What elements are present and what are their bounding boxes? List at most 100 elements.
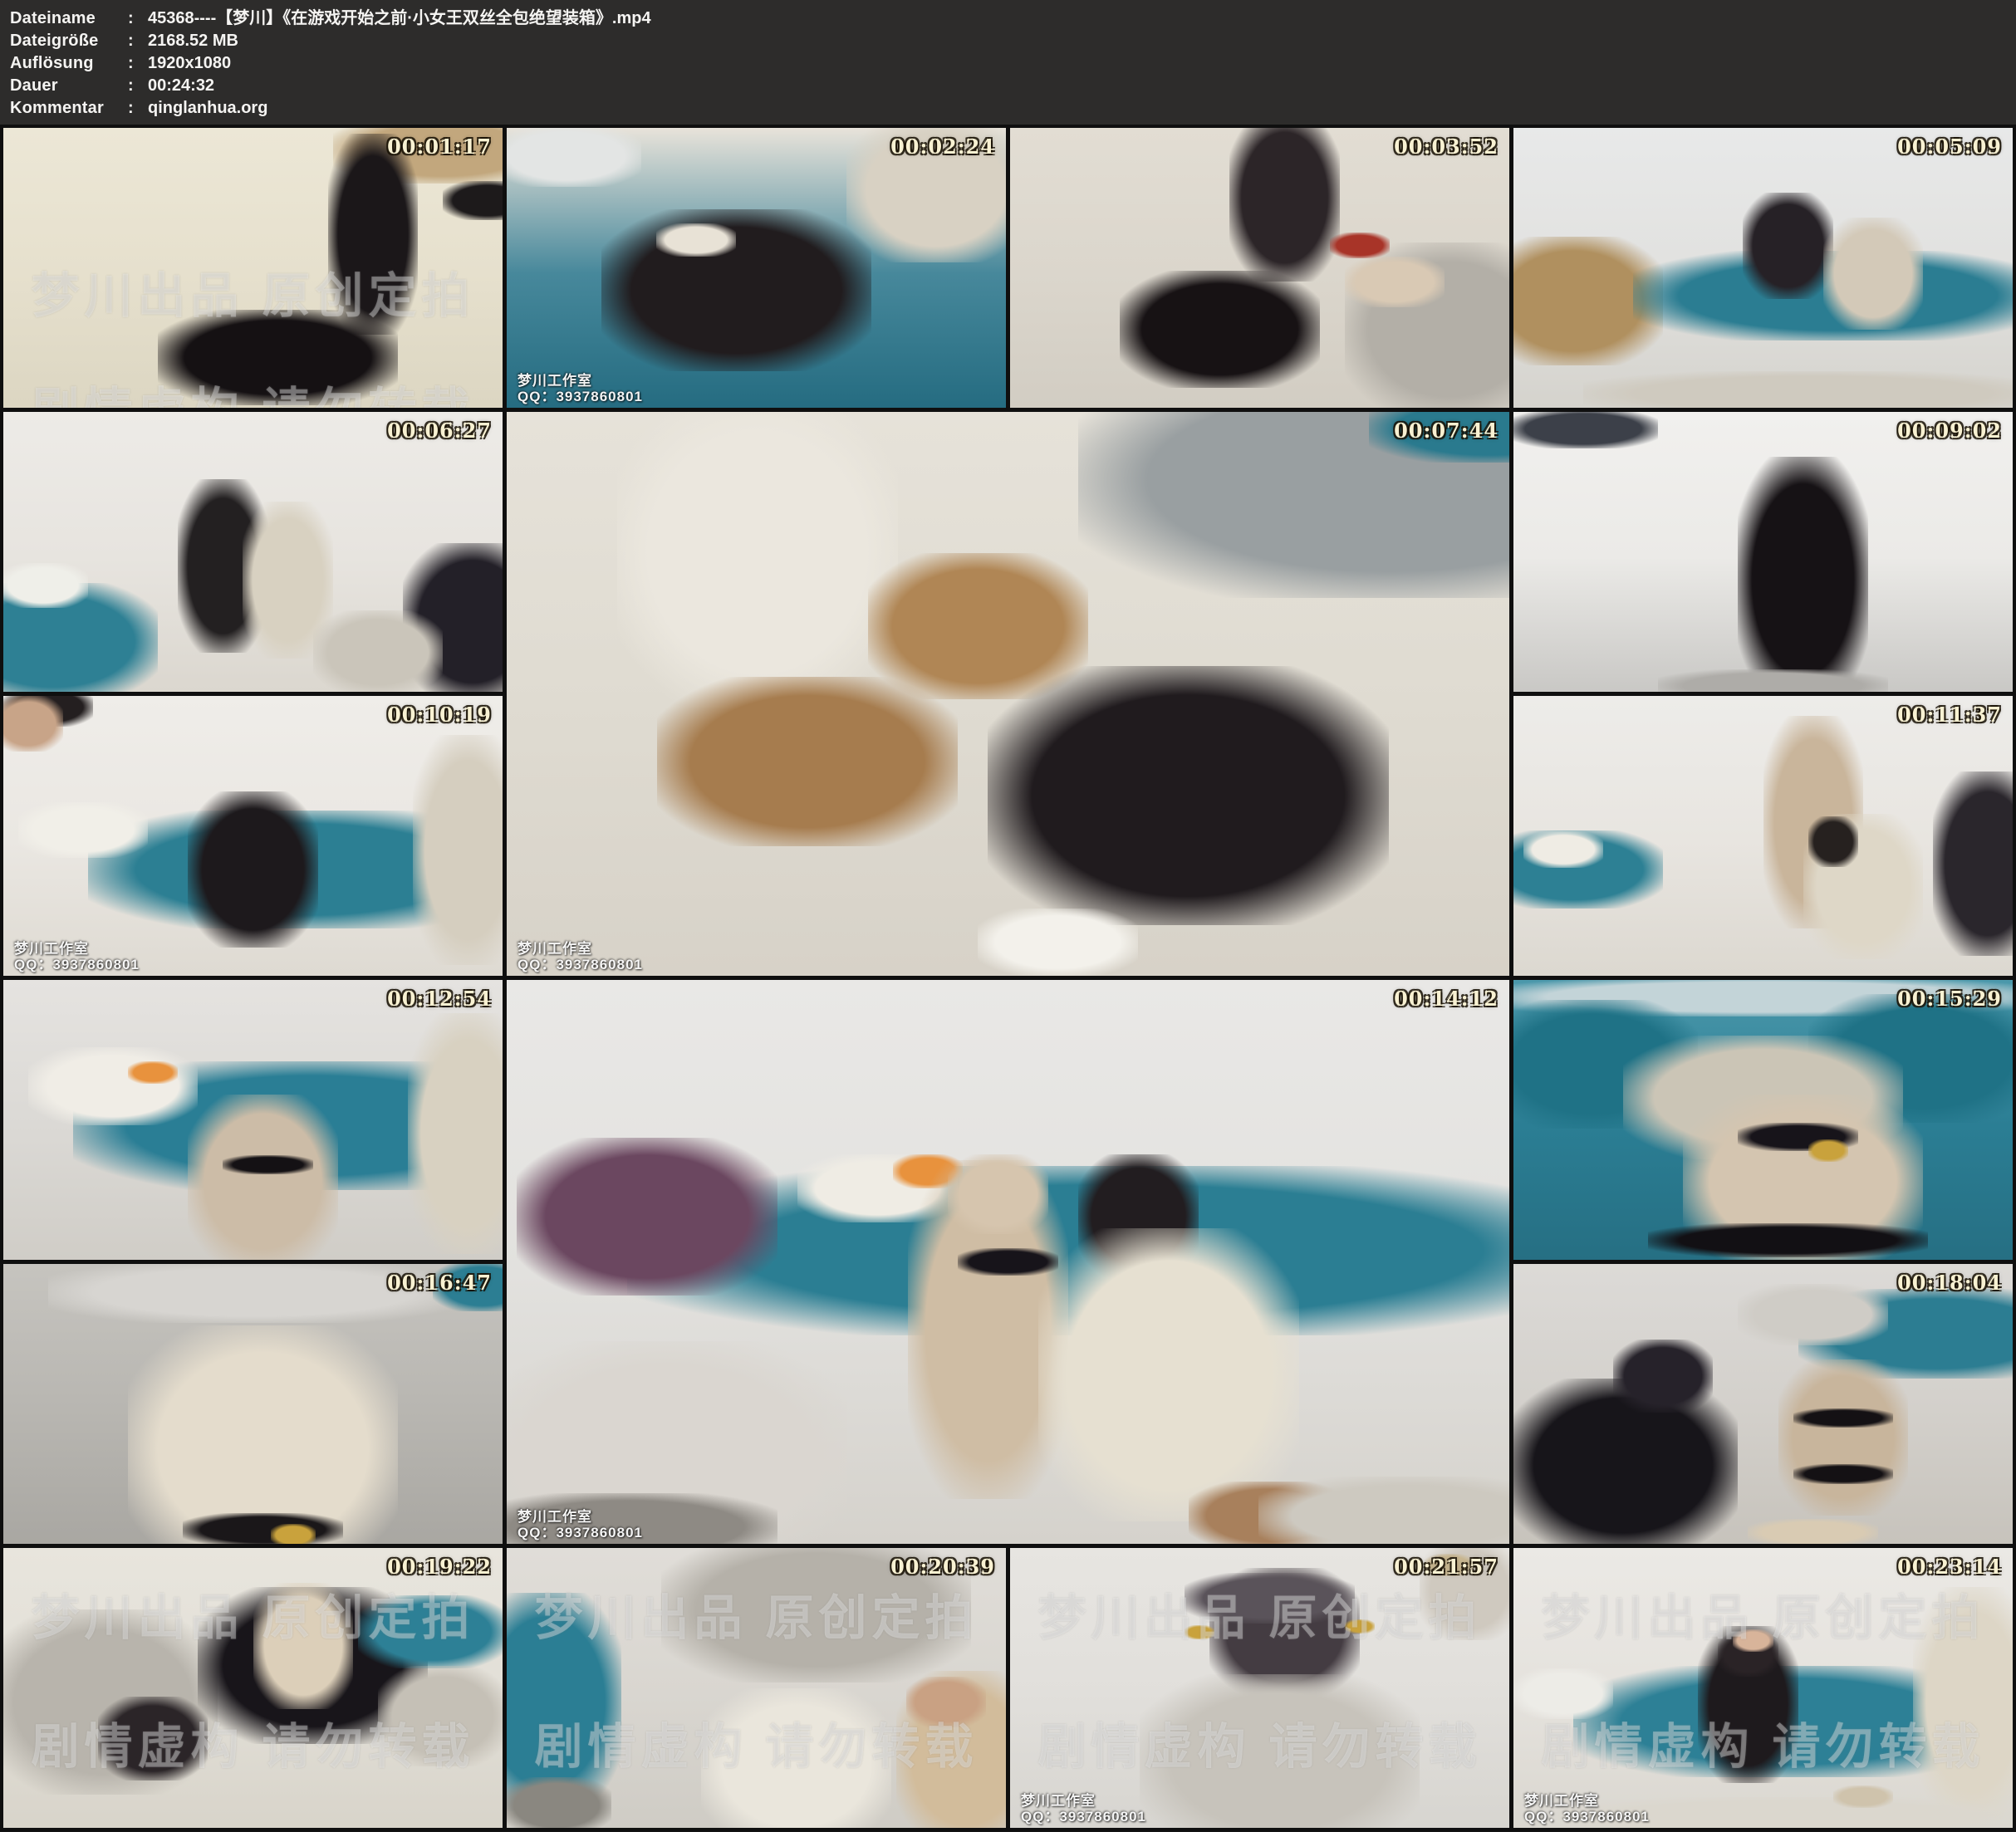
scene-shape <box>1658 669 1887 692</box>
studio-name-text: 梦川工作室 <box>517 941 643 957</box>
studio-name-text: 梦川工作室 <box>14 941 140 957</box>
scene-shape <box>98 1697 208 1781</box>
file-info-list: Dateiname : 45368----【梦川】《在游戏开始之前·小女王双丝全… <box>10 7 2016 120</box>
thumbnail-image <box>507 412 1509 976</box>
studio-watermark-small: 梦川工作室 QQ：3937860801 <box>14 941 140 972</box>
thumbnail-image <box>507 980 1509 1544</box>
video-thumbnail-15: 梦川出品 原创定拍 剧情虚构 请勿转载 00:19:22 <box>3 1548 503 1828</box>
thumbnail-image <box>1513 1264 2013 1544</box>
timestamp-overlay: 00:20:39 <box>890 1555 995 1579</box>
file-info-separator: : <box>128 97 148 120</box>
thumbnail-image <box>3 1264 503 1544</box>
file-info-value: 45368----【梦川】《在游戏开始之前·小女王双丝全包绝望装箱》.mp4 <box>148 7 2016 30</box>
file-info-value: 2168.52 MB <box>148 30 2016 52</box>
scene-shape <box>656 223 736 257</box>
studio-qq-text: QQ：3937860801 <box>14 957 140 972</box>
thumbnail-image <box>1513 412 2013 692</box>
scene-shape <box>1933 771 2013 956</box>
thumbnail-image <box>3 128 503 408</box>
scene-shape <box>128 1325 398 1544</box>
timestamp-overlay: 00:03:52 <box>1394 135 1499 159</box>
scene-shape <box>3 696 63 752</box>
file-info-row-dateiname: Dateiname : 45368----【梦川】《在游戏开始之前·小女王双丝全… <box>10 7 2016 30</box>
scene-shape <box>1258 1477 1509 1544</box>
thumbnail-image <box>1513 128 2013 408</box>
scene-shape <box>313 610 443 692</box>
timestamp-overlay: 00:05:09 <box>1897 135 2002 159</box>
timestamp-overlay: 00:16:47 <box>387 1271 492 1295</box>
scene-shape <box>1583 371 2013 408</box>
scene-shape <box>223 1155 312 1175</box>
thumbnail-image <box>507 128 1006 408</box>
timestamp-overlay: 00:12:54 <box>387 987 492 1011</box>
scene-shape <box>906 1677 986 1727</box>
timestamp-overlay: 00:15:29 <box>1897 987 2002 1011</box>
timestamp-overlay: 00:09:02 <box>1897 419 2002 443</box>
scene-shape <box>1748 1519 1877 1544</box>
scene-shape <box>657 677 958 846</box>
studio-name-text: 梦川工作室 <box>1524 1793 1650 1809</box>
scene-shape <box>1793 1464 1893 1484</box>
scene-shape <box>443 181 503 220</box>
scene-shape <box>1793 1408 1893 1428</box>
file-info-value: 00:24:32 <box>148 75 2016 97</box>
scene-shape <box>948 1154 1048 1233</box>
timestamp-overlay: 00:02:24 <box>890 135 995 159</box>
timestamp-overlay: 00:23:14 <box>1897 1555 2002 1579</box>
video-thumbnail-12: 00:15:29 <box>1513 980 2013 1260</box>
video-thumbnail-13: 00:16:47 <box>3 1264 503 1544</box>
scene-shape <box>1185 1573 1354 1624</box>
scene-shape <box>1229 128 1339 282</box>
scene-shape <box>158 310 397 405</box>
thumbnail-image <box>507 1548 1006 1828</box>
file-info-label: Dateiname <box>10 7 128 30</box>
thumbnail-grid: 梦川出品 原创定拍 剧情虚构 请勿转载 00:01:17 梦川工作室 QQ：39… <box>0 125 2016 1831</box>
file-info-value: qinglanhua.org <box>148 97 2016 120</box>
timestamp-overlay: 00:18:04 <box>1897 1271 2002 1295</box>
scene-shape <box>1738 457 1867 692</box>
file-info-value: 1920x1080 <box>148 52 2016 75</box>
scene-shape <box>128 1061 178 1084</box>
scene-shape <box>1823 218 1923 330</box>
studio-qq-text: QQ：3937860801 <box>1524 1809 1650 1825</box>
scene-shape <box>408 1013 503 1254</box>
scene-shape <box>1185 1625 1214 1639</box>
scene-shape <box>1648 1223 1928 1256</box>
video-thumbnail-18: 梦川出品 原创定拍 剧情虚构 请勿转载 梦川工作室 QQ：3937860801 … <box>1513 1548 2013 1828</box>
file-info-label: Dauer <box>10 75 128 97</box>
timestamp-overlay: 00:01:17 <box>387 135 492 159</box>
scene-shape <box>18 802 148 858</box>
video-thumbnail-14: 00:18:04 <box>1513 1264 2013 1544</box>
scene-shape <box>1523 831 1603 868</box>
video-thumbnail-2: 梦川工作室 QQ：3937860801 00:02:24 <box>507 128 1006 408</box>
video-thumbnail-11: 梦川工作室 QQ：3937860801 00:14:12 <box>507 980 1509 1544</box>
file-info-row-kommentar: Kommentar : qinglanhua.org <box>10 97 2016 120</box>
video-thumbnail-16: 梦川出品 原创定拍 剧情虚构 请勿转载 00:20:39 <box>507 1548 1006 1828</box>
scene-shape <box>617 412 898 708</box>
thumbnail-image <box>1010 128 1509 408</box>
scene-shape <box>1738 1284 1887 1345</box>
studio-watermark-small: 梦川工作室 QQ：3937860801 <box>1524 1793 1650 1825</box>
scene-shape <box>978 909 1138 976</box>
scene-shape <box>988 666 1389 925</box>
studio-name-text: 梦川工作室 <box>517 1509 643 1525</box>
scene-shape <box>378 1666 503 1766</box>
timestamp-overlay: 00:14:12 <box>1394 987 1499 1011</box>
scene-shape <box>358 1595 503 1668</box>
file-info-row-dateigroesse: Dateigröße : 2168.52 MB <box>10 30 2016 52</box>
file-metadata-header: Dateiname : 45368----【梦川】《在游戏开始之前·小女王双丝全… <box>0 0 2016 125</box>
scene-shape <box>701 1688 890 1829</box>
scene-shape <box>1733 1629 1773 1652</box>
scene-shape <box>28 1047 198 1125</box>
video-thumbnail-5: 00:06:27 <box>3 412 503 692</box>
file-info-separator: : <box>128 30 148 52</box>
scene-shape <box>1513 1668 1613 1719</box>
scene-shape <box>328 134 418 336</box>
scene-shape <box>1743 193 1832 299</box>
video-thumbnail-4: 00:05:09 <box>1513 128 2013 408</box>
scene-shape <box>1513 412 1658 448</box>
file-info-separator: : <box>128 75 148 97</box>
studio-watermark-small: 梦川工作室 QQ：3937860801 <box>517 1509 643 1541</box>
timestamp-overlay: 00:21:57 <box>1394 1555 1499 1579</box>
timestamp-overlay: 00:11:37 <box>1897 703 2002 727</box>
